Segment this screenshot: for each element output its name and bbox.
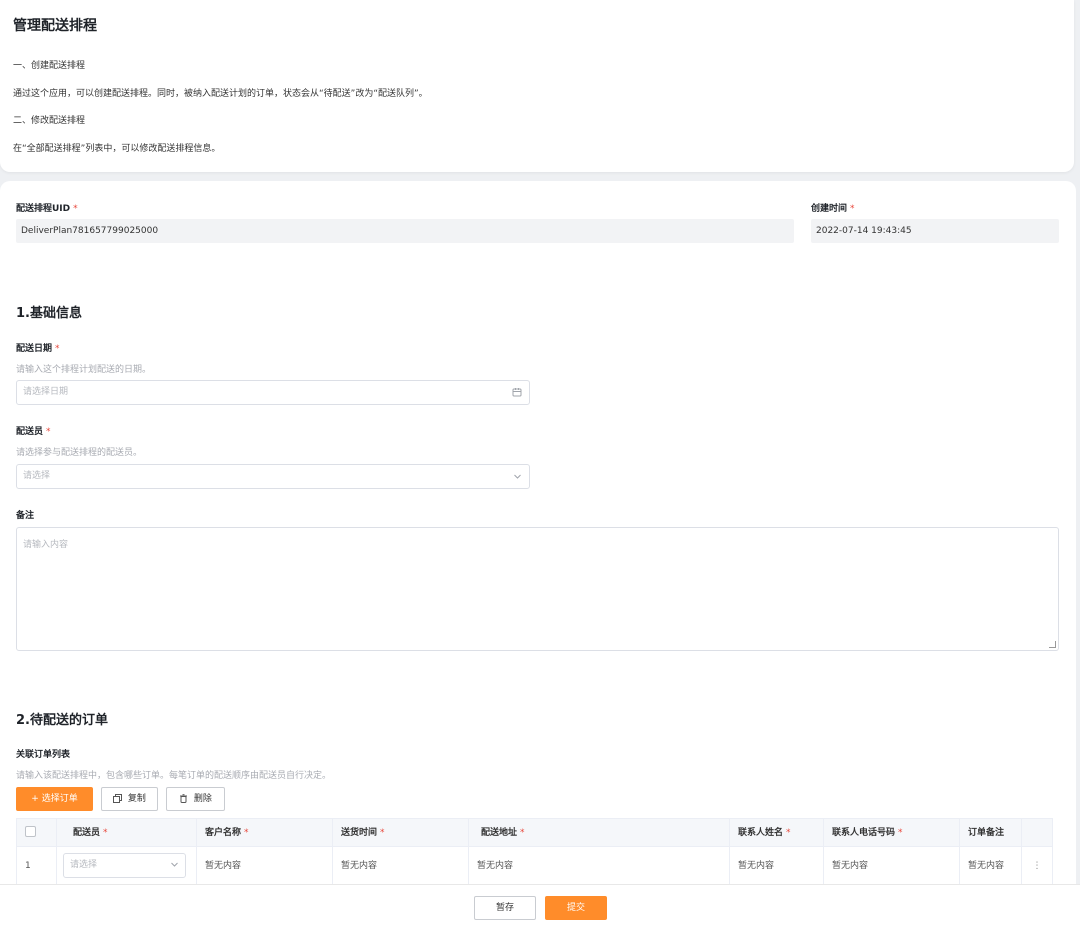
delivery-date-hint: 请输入这个排程计划配送的日期。 bbox=[16, 365, 152, 375]
row-address[interactable]: 暂无内容 bbox=[469, 847, 730, 884]
courier-label: 配送员 * bbox=[16, 427, 51, 437]
note-textarea[interactable]: 请输入内容 bbox=[16, 527, 1059, 651]
order-list-label: 关联订单列表 bbox=[16, 750, 71, 760]
guide-text-create: 通过这个应用，可以创建配送排程。同时，被纳入配送计划的订单，状态会从“待配送”改… bbox=[13, 89, 428, 99]
guide-card: 管理配送排程 一、创建配送排程 通过这个应用，可以创建配送排程。同时，被纳入配送… bbox=[0, 0, 1074, 172]
col-header-order-note: 订单备注 bbox=[960, 819, 1022, 847]
uid-label: 配送排程UID * bbox=[16, 204, 78, 214]
row-order-note[interactable]: 暂无内容 bbox=[960, 847, 1022, 884]
delivery-date-picker[interactable]: 请选择日期 bbox=[16, 380, 530, 405]
row-index: 1 bbox=[17, 847, 57, 884]
copy-button-label: 复制 bbox=[127, 794, 146, 804]
resize-handle-icon[interactable] bbox=[1049, 641, 1056, 648]
order-list-hint: 请输入该配送排程中，包含哪些订单。每笔订单的配送顺序由配送员自行决定。 bbox=[16, 771, 332, 781]
table-row: 1 请选择 暂无内容 暂无内容 暂无内容 暂无内容 暂无内容 暂无内容 ⋮ bbox=[17, 847, 1053, 884]
page-title: 管理配送排程 bbox=[13, 18, 97, 34]
courier-placeholder: 请选择 bbox=[23, 471, 51, 481]
created-time-label: 创建时间 * bbox=[811, 204, 855, 214]
section-basic-title: 1.基础信息 bbox=[16, 306, 82, 321]
chevron-down-icon bbox=[170, 854, 179, 877]
copy-icon bbox=[113, 794, 128, 804]
select-orders-button[interactable]: + 选择订单 bbox=[16, 787, 93, 811]
note-placeholder: 请输入内容 bbox=[23, 540, 69, 550]
courier-select[interactable]: 请选择 bbox=[16, 464, 530, 489]
row-more-icon[interactable]: ⋮ bbox=[1022, 847, 1053, 884]
submit-button[interactable]: 提交 bbox=[545, 896, 607, 920]
note-label: 备注 bbox=[16, 511, 35, 521]
delivery-date-label: 配送日期 * bbox=[16, 344, 60, 354]
uid-field: DeliverPlan781657799025000 bbox=[16, 219, 794, 243]
row-customer[interactable]: 暂无内容 bbox=[197, 847, 333, 884]
row-contact-name[interactable]: 暂无内容 bbox=[730, 847, 824, 884]
footer-bar: 暂存 提交 bbox=[0, 884, 1080, 925]
trash-icon bbox=[179, 794, 194, 804]
section-orders-title: 2.待配送的订单 bbox=[16, 713, 108, 728]
guide-heading-create: 一、创建配送排程 bbox=[13, 61, 86, 71]
guide-text-edit: 在“全部配送排程”列表中，可以修改配送排程信息。 bbox=[13, 144, 221, 154]
delete-button[interactable]: 删除 bbox=[166, 787, 225, 811]
col-header-contact-name: 联系人姓名 * bbox=[730, 819, 824, 847]
orders-table: 配送员 * 客户名称 * 送货时间 * 配送地址 * 联系人姓名 * 联系人电话号码 * 订… bbox=[16, 818, 1053, 884]
col-header-customer: 客户名称 * bbox=[197, 819, 333, 847]
select-all-cell[interactable] bbox=[17, 819, 57, 847]
row-courier-placeholder: 请选择 bbox=[70, 860, 98, 870]
col-header-address: 配送地址 * bbox=[469, 819, 730, 847]
table-header-row: 配送员 * 客户名称 * 送货时间 * 配送地址 * 联系人姓名 * 联系人电话号码 * 订… bbox=[17, 819, 1053, 847]
delivery-date-placeholder: 请选择日期 bbox=[23, 387, 69, 397]
col-header-delivery-time: 送货时间 * bbox=[333, 819, 469, 847]
select-all-checkbox[interactable] bbox=[25, 826, 36, 837]
row-courier-select[interactable]: 请选择 bbox=[63, 853, 186, 878]
save-draft-button[interactable]: 暂存 bbox=[474, 896, 536, 920]
row-delivery-time[interactable]: 暂无内容 bbox=[333, 847, 469, 884]
calendar-icon[interactable] bbox=[512, 381, 522, 404]
courier-hint: 请选择参与配送排程的配送员。 bbox=[16, 448, 143, 458]
form-card: 配送排程UID * DeliverPlan781657799025000 创建时间… bbox=[0, 181, 1076, 884]
col-header-actions bbox=[1022, 819, 1053, 847]
created-time-field: 2022-07-14 19:43:45 bbox=[811, 219, 1059, 243]
col-header-contact-phone: 联系人电话号码 * bbox=[824, 819, 960, 847]
row-contact-phone[interactable]: 暂无内容 bbox=[824, 847, 960, 884]
copy-button[interactable]: 复制 bbox=[101, 787, 158, 811]
chevron-down-icon bbox=[513, 465, 522, 488]
row-courier-cell: 请选择 bbox=[57, 847, 197, 884]
col-header-courier: 配送员 * bbox=[57, 819, 197, 847]
guide-heading-edit: 二、修改配送排程 bbox=[13, 116, 86, 126]
delete-button-label: 删除 bbox=[193, 794, 212, 804]
